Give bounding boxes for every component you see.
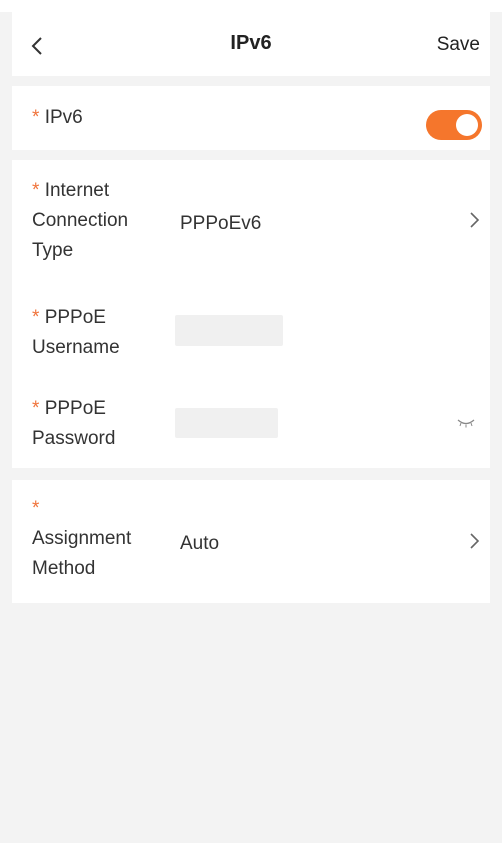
required-marker: * [32,307,40,328]
pppoe-username-label: * PPPoE Username [32,303,120,363]
password-label-line2: Password [32,428,116,449]
connection-type-label-line1: Internet [44,180,110,201]
connection-type-value: PPPoEv6 [180,213,262,234]
toggle-knob [456,114,478,136]
assignment-label-line1: Assignment [32,528,132,549]
required-marker: * [32,398,40,419]
required-marker: * [32,107,40,128]
connection-type-label-line3: Type [32,240,74,261]
chevron-right-icon [470,212,480,228]
ipv6-settings-screen: IPv6 Save * IPv6 * Internet Connection T… [0,0,502,843]
pppoe-password-field[interactable] [175,408,278,438]
assignment-card[interactable]: * Assignment Method Auto [12,480,490,603]
required-marker: * [32,498,40,519]
password-label-line1: PPPoE [44,398,106,419]
required-marker: * [32,180,40,201]
username-label-line1: PPPoE [44,307,106,328]
connection-type-label: * Internet Connection Type [32,176,128,266]
chevron-right-icon [470,533,480,549]
connection-card: * Internet Connection Type PPPoEv6 * PPP… [12,160,490,468]
connection-type-label-line2: Connection [32,210,129,231]
ipv6-label-text: IPv6 [44,107,83,128]
assignment-label-line2: Method [32,558,96,579]
save-button[interactable]: Save [437,34,480,56]
assignment-method-label: * Assignment Method [32,494,131,584]
pppoe-password-label: * PPPoE Password [32,394,115,454]
username-label-line2: Username [32,337,120,358]
status-strip [0,0,502,12]
header-bar: IPv6 Save [12,12,490,76]
pppoe-username-field[interactable] [175,315,283,346]
page-title: IPv6 [230,32,272,54]
eye-closed-icon[interactable] [456,417,476,429]
assignment-method-value: Auto [180,533,220,554]
ipv6-toggle-card: * IPv6 [12,86,490,150]
ipv6-label: * IPv6 [32,103,83,133]
ipv6-toggle[interactable] [426,110,482,140]
